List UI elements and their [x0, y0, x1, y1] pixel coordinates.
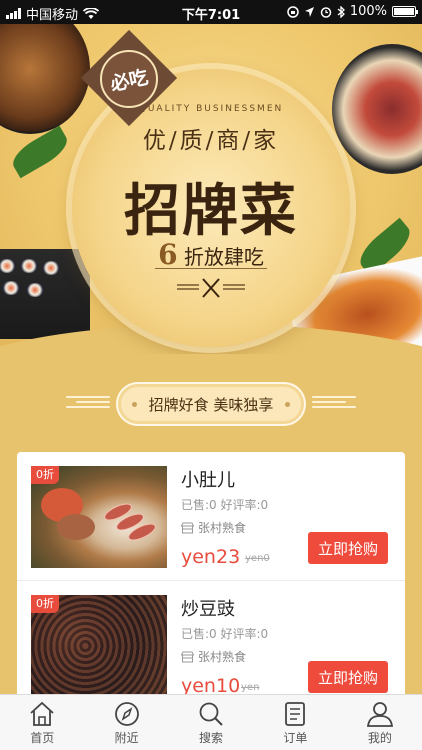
- shop-info[interactable]: 张村熟食: [181, 519, 246, 536]
- product-stats: 已售:0 好评率:0: [181, 498, 269, 512]
- status-bar: 中国移动 下午7:01 100%: [0, 0, 422, 24]
- alarm-icon: [320, 6, 332, 18]
- shop-icon: [181, 522, 194, 533]
- slogan-deco-right: [312, 396, 356, 410]
- banner-discount-number: 6: [158, 238, 178, 271]
- shop-icon: [181, 651, 194, 662]
- tab-label: 附近: [114, 731, 139, 745]
- battery-icon: [392, 6, 418, 17]
- status-right: 100%: [287, 4, 418, 19]
- tab-home[interactable]: 首页: [0, 695, 84, 750]
- original-price: yen0: [245, 553, 270, 564]
- user-icon: [366, 702, 393, 727]
- buy-now-button[interactable]: 立即抢购: [308, 532, 388, 564]
- banner-title: 招牌菜: [124, 178, 298, 244]
- shop-name: 张村熟食: [198, 650, 247, 664]
- product-list: 0折 小肚儿 已售:0 好评率:0 张村熟食 yen23 yen0 立即抢购 0…: [17, 452, 405, 700]
- product-name[interactable]: 炒豆豉: [181, 595, 235, 621]
- product-stats: 已售:0 好评率:0: [181, 627, 269, 641]
- slogan-text: 招牌好食 美味独享: [148, 396, 274, 414]
- slogan-deco-left: [66, 396, 110, 410]
- leaf-decoration: [7, 125, 73, 179]
- order-list-icon: [285, 702, 306, 726]
- product-price: yen23: [181, 546, 241, 568]
- tab-label: 首页: [30, 731, 55, 745]
- original-price: yen: [241, 682, 260, 693]
- home-icon: [30, 701, 54, 726]
- product-item[interactable]: 0折 炒豆豉 已售:0 好评率:0 张村熟食 yen10 yen 立即抢购: [17, 580, 405, 700]
- promo-banner[interactable]: QUALITY BUSINESSMEN 优/质/商/家 招牌菜 6 折放肆吃 必…: [0, 24, 422, 354]
- tab-label: 我的: [367, 731, 392, 745]
- banner-line1: 优/质/商/家: [142, 128, 280, 154]
- banner-discount-text: 折放肆吃: [183, 245, 264, 269]
- rotation-lock-icon: [287, 5, 299, 18]
- tab-label: 搜索: [199, 731, 224, 745]
- product-item[interactable]: 0折 小肚儿 已售:0 好评率:0 张村熟食 yen23 yen0 立即抢购: [17, 452, 405, 580]
- slogan-section: 招牌好食 美味独享: [0, 382, 422, 426]
- tab-search[interactable]: 搜索: [169, 695, 253, 750]
- shop-name: 张村熟食: [198, 521, 247, 535]
- food-piece: [57, 514, 95, 540]
- bluetooth-icon: [337, 5, 345, 18]
- banner-divider: [155, 268, 267, 269]
- tab-nearby[interactable]: 附近: [84, 695, 168, 750]
- cutlery-icon: [177, 278, 245, 298]
- discount-tag: 0折: [31, 466, 59, 484]
- banner-discount: 6 折放肆吃: [72, 238, 350, 271]
- shop-info[interactable]: 张村熟食: [181, 648, 246, 665]
- tab-orders[interactable]: 订单: [253, 695, 337, 750]
- buy-now-button[interactable]: 立即抢购: [308, 661, 388, 693]
- tab-label: 订单: [283, 731, 308, 745]
- search-icon: [199, 702, 223, 726]
- product-name[interactable]: 小肚儿: [181, 466, 235, 492]
- bottom-tab-bar: 首页 附近 搜索 订单 我的: [0, 694, 422, 750]
- slogan-dot: [285, 402, 290, 407]
- food-plate-image: [0, 24, 90, 134]
- discount-tag: 0折: [31, 595, 59, 613]
- location-icon: [304, 6, 314, 17]
- battery-percent: 100%: [349, 4, 387, 19]
- tab-profile[interactable]: 我的: [338, 695, 422, 750]
- compass-icon: [114, 702, 139, 726]
